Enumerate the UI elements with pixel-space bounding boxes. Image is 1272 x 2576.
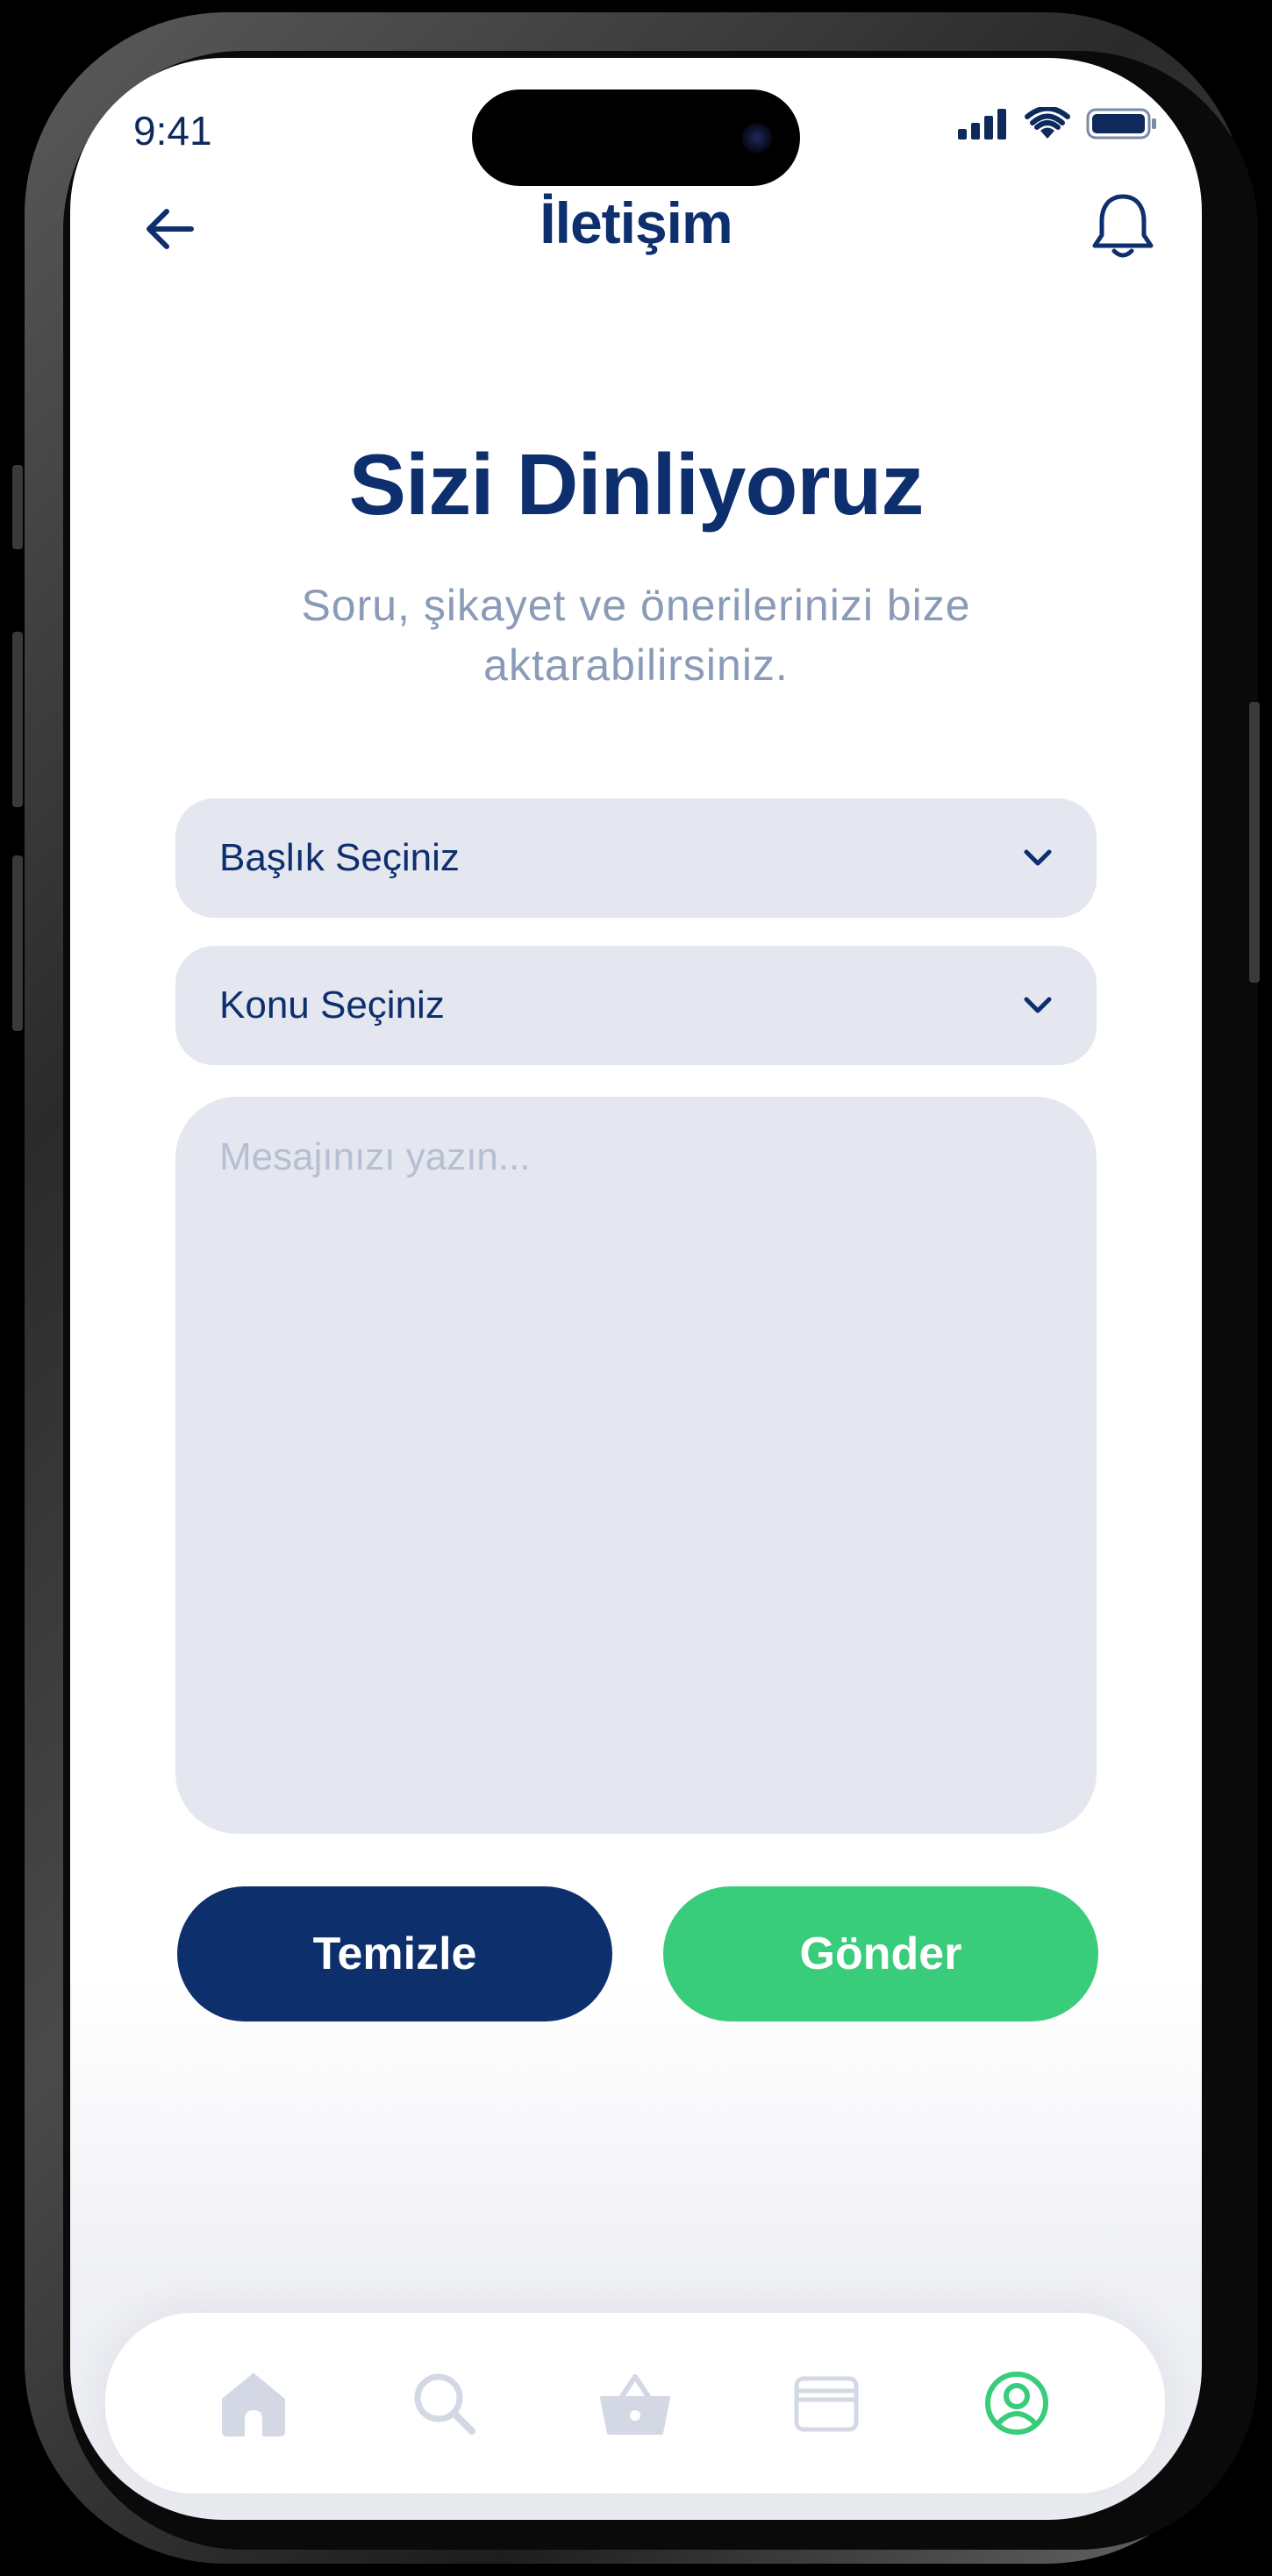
subject-select[interactable]: Başlık Seçiniz	[175, 798, 1097, 918]
basket-icon	[599, 2374, 670, 2435]
status-time: 9:41	[133, 108, 212, 154]
tab-profile[interactable]	[975, 2361, 1059, 2445]
send-button[interactable]: Gönder	[663, 1886, 1098, 2021]
wifi-icon	[1025, 107, 1070, 139]
app-screen: 9:41 İletişim Sizi Dinliyoruz Soru, şika…	[70, 58, 1202, 2520]
tab-search[interactable]	[402, 2361, 486, 2445]
status-icons	[956, 107, 1158, 140]
message-input[interactable]	[175, 1097, 1097, 1834]
chevron-down-icon	[1024, 997, 1052, 1013]
wallet-icon	[794, 2376, 859, 2432]
clear-button[interactable]: Temizle	[177, 1886, 612, 2021]
bottom-tab-bar	[105, 2313, 1165, 2494]
side-button-power	[1249, 702, 1260, 983]
bell-icon[interactable]	[1088, 190, 1158, 263]
subject-select-label: Başlık Seçiniz	[219, 836, 460, 879]
profile-icon	[985, 2372, 1049, 2435]
home-icon	[221, 2373, 285, 2436]
topic-select[interactable]: Konu Seçiniz	[175, 946, 1097, 1065]
dynamic-island	[472, 89, 800, 186]
camera-icon	[742, 123, 772, 153]
search-icon	[414, 2373, 476, 2435]
signal-icon	[958, 109, 1006, 140]
hero-subtitle: Soru, şikayet ve önerilerinizi bize akta…	[301, 581, 971, 690]
chevron-down-icon	[1024, 849, 1052, 866]
side-button-volume-up	[12, 632, 23, 807]
side-button-volume-down	[12, 855, 23, 1031]
page-title: İletişim	[540, 190, 732, 255]
tab-home[interactable]	[211, 2361, 296, 2445]
tab-basket[interactable]	[593, 2361, 677, 2445]
topic-select-label: Konu Seçiniz	[219, 984, 445, 1027]
side-button-action	[12, 465, 23, 549]
hero-title: Sizi Dinliyoruz	[348, 436, 925, 533]
battery-icon	[1086, 108, 1156, 140]
tab-wallet[interactable]	[784, 2361, 868, 2445]
